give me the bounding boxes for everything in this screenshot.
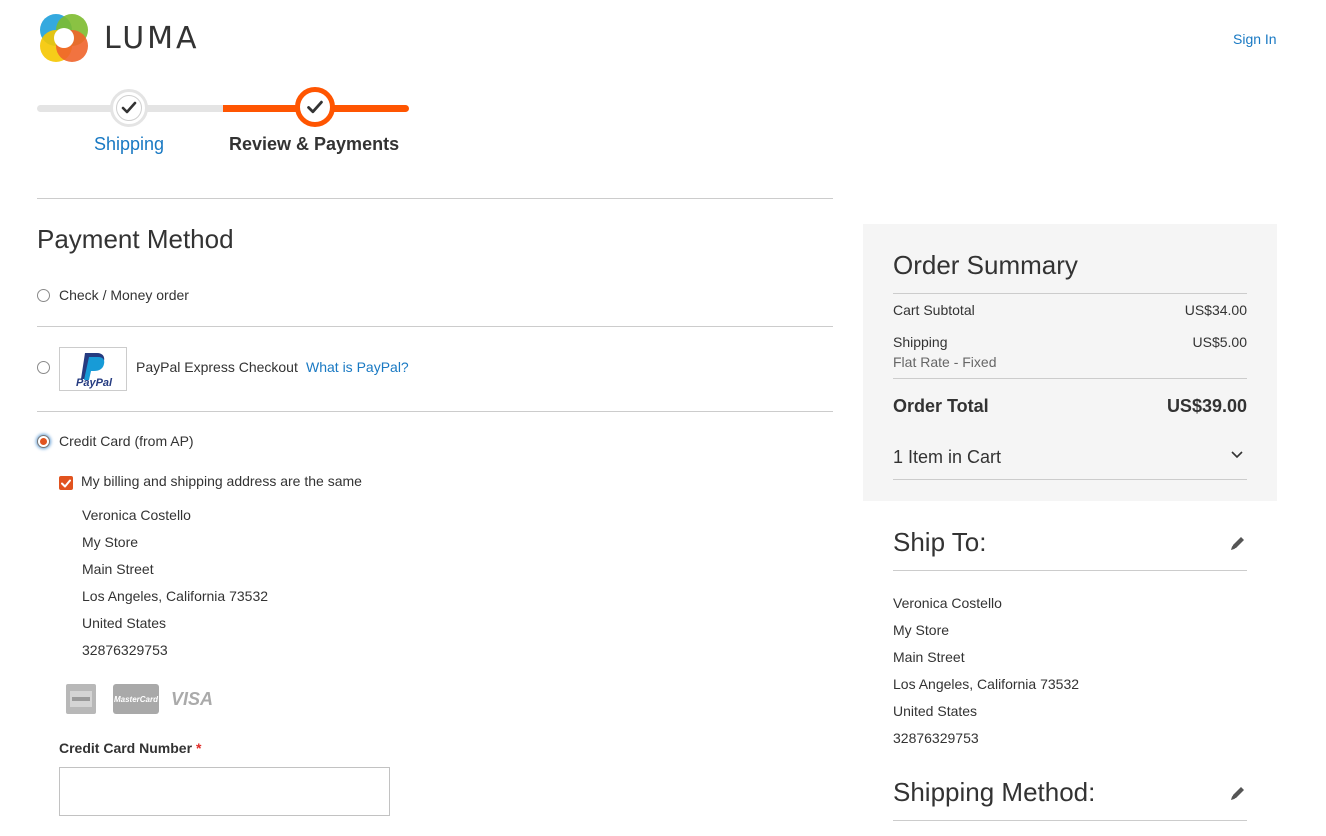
divider (37, 326, 833, 327)
shipping-method-title: Shipping Method: (893, 777, 1096, 807)
paypal-logo: PayPal (59, 347, 127, 391)
billing-phone-link[interactable]: 32876329753 (82, 642, 168, 658)
amex-icon (66, 684, 96, 714)
required-mark: * (196, 740, 202, 756)
ship-to-company: My Store (893, 622, 950, 638)
what-is-paypal-link[interactable]: What is PayPal? (306, 359, 409, 375)
items-in-cart-toggle[interactable]: 1 Item in Cart (893, 447, 1001, 468)
billing-country: United States (82, 615, 167, 631)
payment-label-paypal[interactable]: PayPal Express Checkout (136, 359, 298, 375)
card-types: MasterCard VISA (66, 684, 213, 714)
ship-to-city: Los Angeles, California 73532 (893, 676, 1080, 692)
order-total-value: US$39.00 (1166, 396, 1247, 416)
visa-icon: VISA (171, 688, 214, 709)
cart-subtotal-label: Cart Subtotal (893, 302, 975, 318)
cart-subtotal-value: US$34.00 (1184, 302, 1247, 318)
divider (893, 378, 1247, 379)
logo-text: LUMA (104, 20, 200, 56)
step-review-marker (295, 87, 335, 127)
step-review-label: Review & Payments (229, 134, 400, 154)
edit-pencil-icon[interactable] (1229, 535, 1246, 552)
checkmark-icon (61, 479, 71, 487)
luma-logo[interactable]: LUMA (38, 12, 200, 64)
shipping-method-name: Flat Rate - Fixed (893, 354, 997, 370)
step-shipping-marker[interactable] (110, 89, 148, 127)
divider (893, 293, 1247, 294)
payment-radio-checkmo[interactable] (37, 289, 50, 302)
divider (37, 411, 833, 412)
same-address-checkbox[interactable] (59, 476, 73, 490)
checkout-progress-bar: Shipping Review & Payments (37, 84, 409, 164)
same-address-label[interactable]: My billing and shipping address are the … (81, 473, 362, 489)
order-summary: Order Summary Cart Subtotal US$34.00 Shi… (863, 224, 1277, 501)
cc-number-input[interactable] (59, 767, 390, 816)
mastercard-icon: MasterCard (113, 684, 159, 714)
divider (893, 820, 1247, 821)
chevron-down-icon[interactable] (1230, 450, 1244, 460)
edit-pencil-icon[interactable] (1229, 785, 1246, 802)
sign-in-link[interactable]: Sign In (1233, 31, 1277, 47)
ship-to-name: Veronica Costello (893, 595, 1002, 611)
ship-to-title: Ship To: (893, 527, 987, 557)
checkmark-icon (307, 100, 323, 113)
step-shipping-link[interactable]: Shipping (94, 134, 164, 155)
luma-logo-icon (40, 14, 88, 62)
divider (893, 570, 1247, 571)
svg-text:PayPal: PayPal (76, 377, 113, 389)
divider (37, 198, 833, 199)
order-total-label: Order Total (893, 396, 989, 416)
shipping-value: US$5.00 (1192, 334, 1247, 350)
payment-label-checkmo[interactable]: Check / Money order (59, 287, 189, 303)
order-total-row: Order Total US$39.00 (893, 396, 1247, 417)
billing-company: My Store (82, 534, 139, 550)
cc-number-label: Credit Card Number * (59, 740, 202, 756)
payment-label-credit-card[interactable]: Credit Card (from AP) (59, 433, 194, 449)
ship-to-street: Main Street (893, 649, 965, 665)
cart-subtotal-row: Cart Subtotal US$34.00 (893, 302, 1247, 318)
payment-radio-credit-card[interactable] (37, 435, 50, 448)
billing-street: Main Street (82, 561, 154, 577)
divider (893, 479, 1247, 480)
shipping-row: Shipping US$5.00 (893, 334, 1247, 350)
payment-radio-paypal[interactable] (37, 361, 50, 374)
payment-method-title: Payment Method (37, 224, 234, 254)
billing-city: Los Angeles, California 73532 (82, 588, 269, 604)
ship-to-phone-link[interactable]: 32876329753 (893, 730, 979, 746)
ship-to-country: United States (893, 703, 978, 719)
paypal-icon: PayPal (76, 353, 113, 389)
billing-name: Veronica Costello (82, 507, 191, 523)
checkmark-icon (121, 101, 137, 114)
shipping-label: Shipping (893, 334, 948, 350)
order-summary-title: Order Summary (893, 250, 1078, 280)
